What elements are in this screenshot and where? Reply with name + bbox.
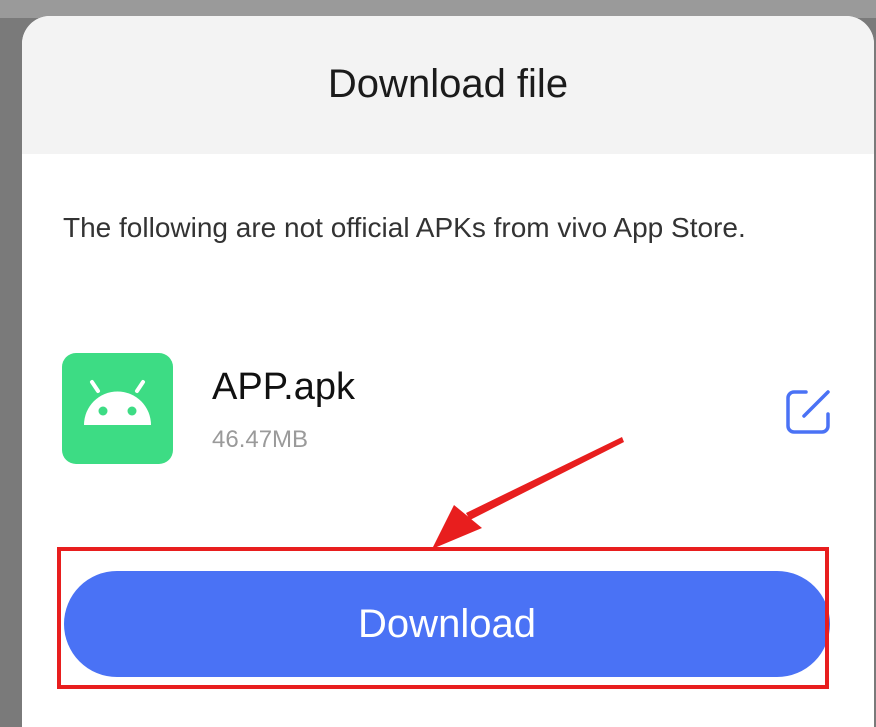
file-name: APP.apk <box>212 366 355 408</box>
download-button[interactable]: Download <box>64 571 830 677</box>
dialog-header: Download file <box>22 16 874 154</box>
file-size: 46.47MB <box>212 426 309 453</box>
edit-icon[interactable] <box>784 386 836 436</box>
warning-text: The following are not official APKs from… <box>63 212 746 243</box>
dialog-title: Download file <box>327 61 569 106</box>
android-icon <box>62 353 173 464</box>
download-dialog: Download file The following are not offi… <box>22 16 874 727</box>
